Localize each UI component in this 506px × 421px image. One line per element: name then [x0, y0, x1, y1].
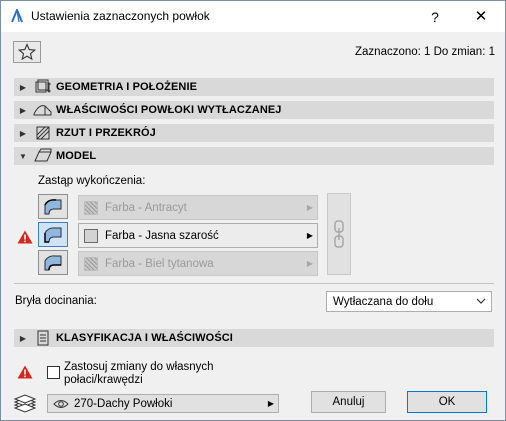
- chevron-right-icon: ▶: [306, 203, 314, 212]
- extruded-shell-icon: [32, 102, 54, 118]
- section-geometry[interactable]: ▶ GEOMETRIA I POŁOŻENIE: [14, 78, 494, 96]
- section-floorplan[interactable]: ▶ RZUT I PRZEKRÓJ: [14, 124, 494, 142]
- material-swatch: [84, 200, 98, 215]
- expand-arrow-icon: ▶: [19, 105, 27, 115]
- apply-changes-label: Zastosuj zmiany do własnych połaci/krawę…: [64, 361, 214, 386]
- model-icon: [32, 148, 54, 164]
- divider: [14, 283, 494, 284]
- section-label: MODEL: [56, 150, 97, 162]
- shell-edge-surface-icon: [44, 226, 62, 243]
- material-swatch: [84, 256, 98, 271]
- apply-changes-option[interactable]: Zastosuj zmiany do własnych połaci/krawę…: [47, 361, 264, 387]
- expand-arrow-icon: ▶: [19, 128, 27, 138]
- warning-icon: [17, 230, 33, 244]
- cancel-button[interactable]: Anuluj: [311, 391, 386, 413]
- section-label: WŁAŚCIWOŚCI POWŁOKI WYTŁACZANEJ: [56, 104, 282, 116]
- edge-surface-button[interactable]: [38, 222, 68, 247]
- chevron-down-icon: [476, 298, 486, 304]
- close-button[interactable]: ✕: [471, 7, 491, 27]
- shell-bottom-surface-icon: [44, 254, 62, 270]
- material-swatch: [84, 228, 98, 243]
- chevron-right-icon: ▶: [267, 399, 274, 408]
- section-label: KLASYFIKACJA I WŁAŚCIWOŚCI: [56, 332, 233, 344]
- section-model[interactable]: ▼ MODEL: [14, 147, 494, 165]
- top-surface-button[interactable]: [38, 194, 68, 219]
- eye-icon: [53, 399, 69, 408]
- section-extruded-shell[interactable]: ▶ WŁAŚCIWOŚCI POWŁOKI WYTŁACZANEJ: [14, 101, 494, 119]
- finish-name: Farba - Biel tytanowa: [105, 257, 214, 270]
- section-label: GEOMETRIA I POŁOŻENIE: [56, 81, 198, 93]
- expand-arrow-icon: ▶: [19, 333, 27, 343]
- dialog-window: Ustawienia zaznaczonych powłok ? ✕ Zazna…: [0, 0, 506, 421]
- layers-icon: [13, 394, 37, 413]
- geometry-icon: [32, 79, 54, 95]
- cut-body-label: Bryła docinania:: [15, 295, 97, 307]
- section-classification[interactable]: ▶ KLASYFIKACJA I WŁAŚCIWOŚCI: [14, 329, 494, 347]
- shell-top-surface-icon: [44, 198, 62, 214]
- finish-name: Farba - Antracyt: [105, 201, 187, 214]
- finish-row-bottom[interactable]: Farba - Biel tytanowa ▶: [78, 251, 318, 276]
- warning-icon: [17, 365, 33, 379]
- chain-link-icon: [334, 220, 344, 248]
- bottom-surface-button[interactable]: [38, 250, 68, 275]
- floorplan-section-icon: [32, 125, 54, 141]
- expand-arrow-icon: ▶: [19, 82, 27, 92]
- layer-selector[interactable]: 270-Dachy Powłoki ▶: [47, 394, 279, 413]
- selection-info: Zaznaczono: 1 Do zmian: 1: [355, 46, 495, 58]
- window-title: Ustawienia zaznaczonych powłok: [31, 9, 210, 23]
- finish-row-edge[interactable]: Farba - Jasna szarość ▶: [78, 223, 318, 248]
- chevron-right-icon: ▶: [306, 259, 314, 268]
- archicad-app-icon: [11, 9, 23, 23]
- chevron-right-icon: ▶: [306, 231, 314, 240]
- favorites-button[interactable]: [13, 41, 41, 63]
- ok-button[interactable]: OK: [407, 391, 487, 413]
- cut-body-value: Wytłaczana do dołu: [333, 295, 434, 308]
- apply-changes-checkbox[interactable]: [47, 366, 60, 379]
- finish-row-top[interactable]: Farba - Antracyt ▶: [78, 195, 318, 220]
- layer-name: 270-Dachy Powłoki: [74, 397, 173, 410]
- finish-name: Farba - Jasna szarość: [105, 229, 219, 242]
- classification-icon: [32, 330, 54, 346]
- section-label: RZUT I PRZEKRÓJ: [56, 127, 156, 139]
- link-finishes-button[interactable]: [327, 193, 351, 275]
- cut-body-select[interactable]: Wytłaczana do dołu: [326, 291, 492, 312]
- collapse-arrow-icon: ▼: [19, 151, 27, 161]
- override-finishes-label: Zastąp wykończenia:: [38, 175, 146, 187]
- star-icon: [18, 43, 36, 61]
- title-bar: Ustawienia zaznaczonych powłok ? ✕: [1, 1, 505, 32]
- help-button[interactable]: ?: [425, 7, 445, 27]
